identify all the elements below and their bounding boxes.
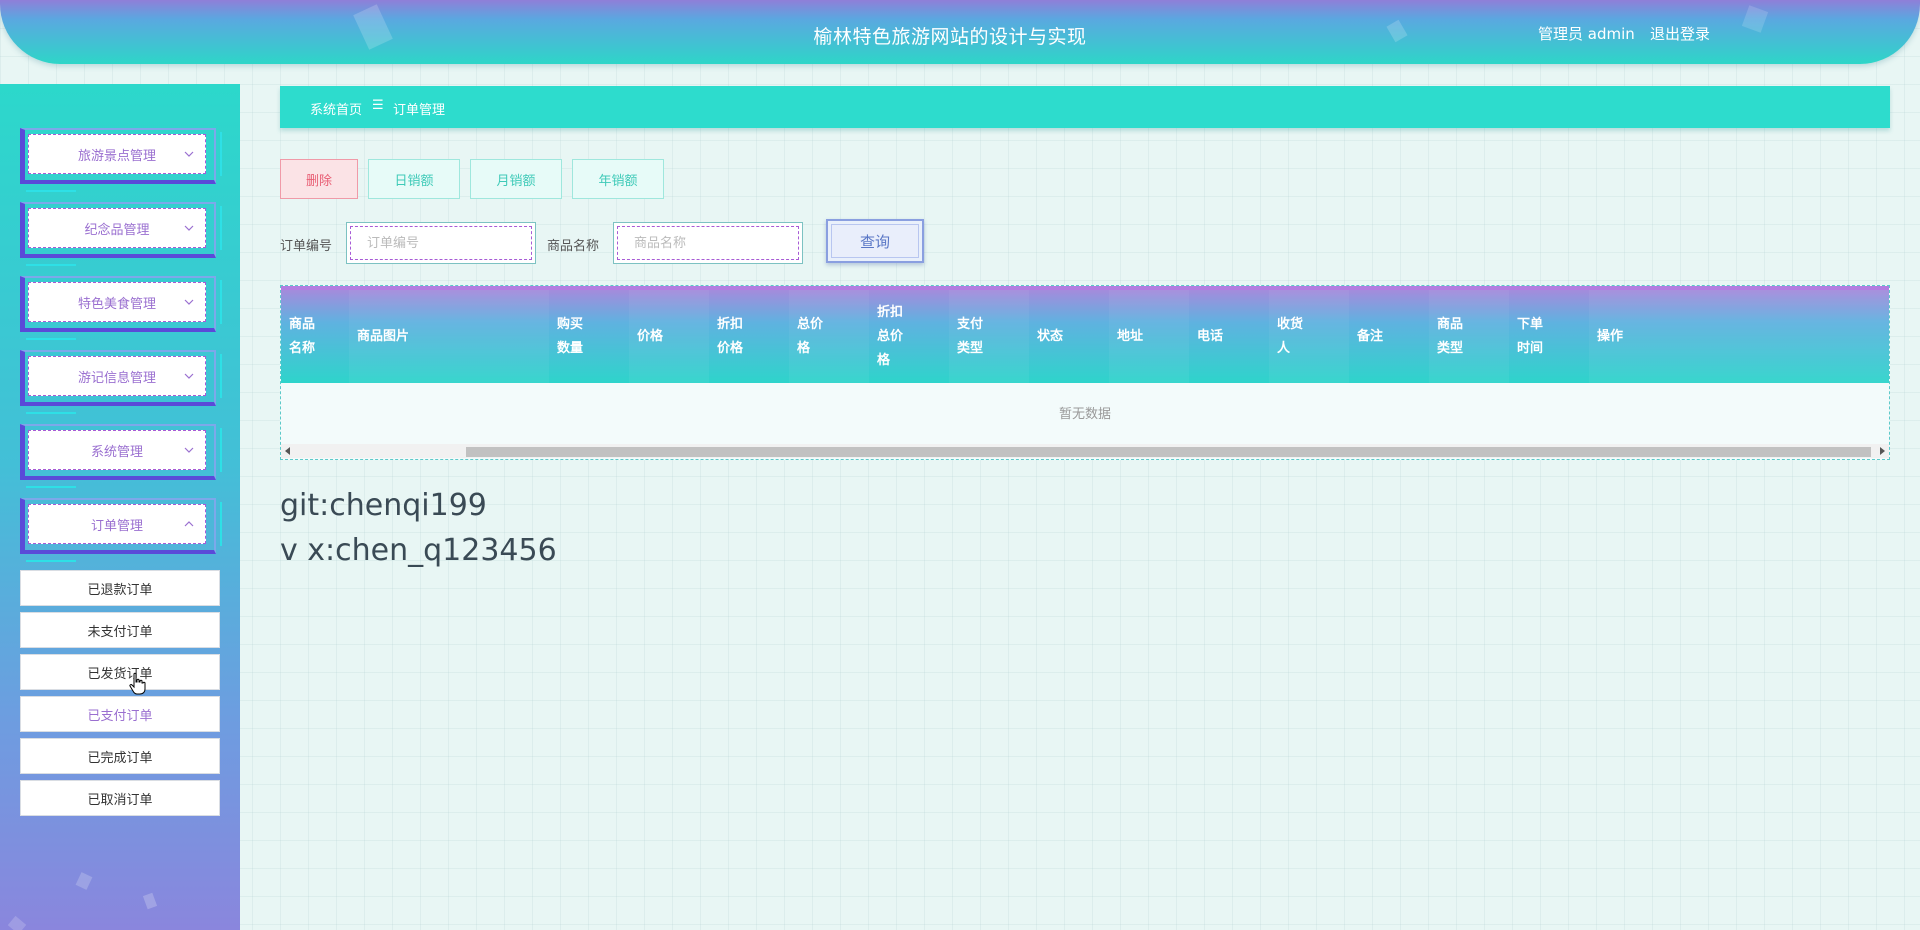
query-button[interactable]: 查询 [826,219,924,263]
menu-corner-decoration [214,206,222,250]
empty-state: 暂无数据 [1058,407,1111,422]
breadcrumb: 系统首页 ☰ 订单管理 [280,86,1890,128]
orders-table: 商品 名称 商品图片 购买 数量 价格 折扣 价格 总价 格 折扣 总价 格 支… [280,285,1890,460]
column-header: 商品 名称 [289,316,316,356]
column-header: 价格 [629,290,709,383]
menu-inner: 游记信息管理 [28,356,206,396]
menu-inner: 订单管理 [28,504,206,544]
order-number-input[interactable] [350,226,532,260]
chevron-down-icon [184,373,194,379]
menu-corner-decoration [26,336,76,340]
column-header: 地址 [1109,290,1189,383]
breadcrumb-separator-icon: ☰ [372,98,384,113]
sidebar-item-label: 纪念品管理 [84,222,150,238]
query-button-label: 查询 [831,224,919,258]
sidebar-item-label: 特色美食管理 [77,296,156,312]
column-header: 支付 类型 [949,290,1029,383]
menu-inner: 特色美食管理 [28,282,206,322]
hand-cursor-icon [129,672,146,695]
column-header: 备注 [1357,328,1384,344]
menu-corner-decoration [26,262,76,266]
column-header: 电话 [1197,328,1224,344]
menu-corner-decoration [214,354,222,398]
sidebar-item-label: 旅游景点管理 [77,148,156,164]
product-name-input[interactable] [617,226,799,260]
chevron-down-icon [184,151,194,157]
sidebar-item-orders[interactable]: 订单管理 [20,498,222,562]
column-header: 商品 类型 [1429,290,1509,383]
chevron-down-icon [184,447,194,453]
submenu-completed-orders[interactable]: 已完成订单 [20,738,220,774]
daily-sales-button[interactable]: 日销额 [368,159,460,199]
sidebar-decoration [75,872,93,890]
chevron-down-icon [184,225,194,231]
submenu-cancelled-orders[interactable]: 已取消订单 [20,780,220,816]
breadcrumb-home[interactable]: 系统首页 [310,99,362,118]
submenu-paid-orders[interactable]: 已支付订单 [20,696,220,732]
menu-corner-decoration [214,280,222,324]
background-grid [0,0,1920,930]
column-header: 商品图片 [349,290,549,383]
delete-button[interactable]: 删除 [280,159,358,199]
table-header: 商品 名称 商品图片 购买 数量 价格 折扣 价格 总价 格 折扣 总价 格 支… [281,286,1889,383]
column-header: 收货 人 [1269,290,1349,383]
product-name-label: 商品名称 [547,239,600,254]
top-header: 榆林特色旅游网站的设计与实现 管理员 admin 退出登录 [0,0,1920,64]
sidebar-item-system[interactable]: 系统管理 [20,424,222,488]
sidebar-item-label: 游记信息管理 [77,370,156,386]
menu-corner-decoration [214,132,222,176]
column-header: 操作 [1589,290,1889,383]
horizontal-scrollbar[interactable] [281,444,1889,458]
menu-corner-decoration [26,188,76,192]
watermark-git: git:chenqi199 [280,488,487,523]
breadcrumb-current: 订单管理 [393,103,446,118]
menu-corner-decoration [214,428,222,472]
chevron-down-icon [184,299,194,305]
menu-corner-decoration [26,558,76,562]
submenu-refunded-orders[interactable]: 已退款订单 [20,570,220,606]
order-number-label: 订单编号 [280,239,333,254]
watermark-contact: v x:chen_q123456 [280,533,557,568]
menu-inner: 旅游景点管理 [28,134,206,174]
column-header: 下单 时间 [1517,316,1544,356]
scrollbar-thumb[interactable] [466,447,1871,457]
logout-link[interactable]: 退出登录 [1650,23,1710,44]
column-header: 购买 数量 [557,316,584,356]
column-header: 折扣 价格 [717,316,744,356]
sidebar-item-travel-notes[interactable]: 游记信息管理 [20,350,222,414]
yearly-sales-button[interactable]: 年销额 [572,159,664,199]
menu-inner: 系统管理 [28,430,206,470]
sidebar-item-label: 系统管理 [90,444,143,460]
submenu-shipped-orders[interactable]: 已发货订单 [20,654,220,690]
sidebar-decoration [142,892,158,910]
column-header: 总价 格 [789,290,869,383]
sidebar-item-scenic-spots[interactable]: 旅游景点管理 [20,128,222,192]
chevron-up-icon [184,521,194,527]
order-number-field-wrapper [346,222,536,264]
menu-corner-decoration [26,410,76,414]
sidebar-decoration [7,915,27,930]
scroll-right-icon[interactable] [1880,447,1885,455]
column-header: 折扣 总价 格 [877,304,904,368]
submenu-unpaid-orders[interactable]: 未支付订单 [20,612,220,648]
column-header: 状态 [1037,328,1064,344]
scroll-left-icon[interactable] [285,447,290,455]
menu-corner-decoration [26,484,76,488]
monthly-sales-button[interactable]: 月销额 [470,159,562,199]
menu-inner: 纪念品管理 [28,208,206,248]
menu-corner-decoration [214,502,222,546]
sidebar-item-food[interactable]: 特色美食管理 [20,276,222,340]
product-name-field-wrapper [613,222,803,264]
sidebar-item-label: 订单管理 [90,518,143,534]
current-user: 管理员 admin [1538,25,1635,43]
sidebar-item-souvenirs[interactable]: 纪念品管理 [20,202,222,266]
